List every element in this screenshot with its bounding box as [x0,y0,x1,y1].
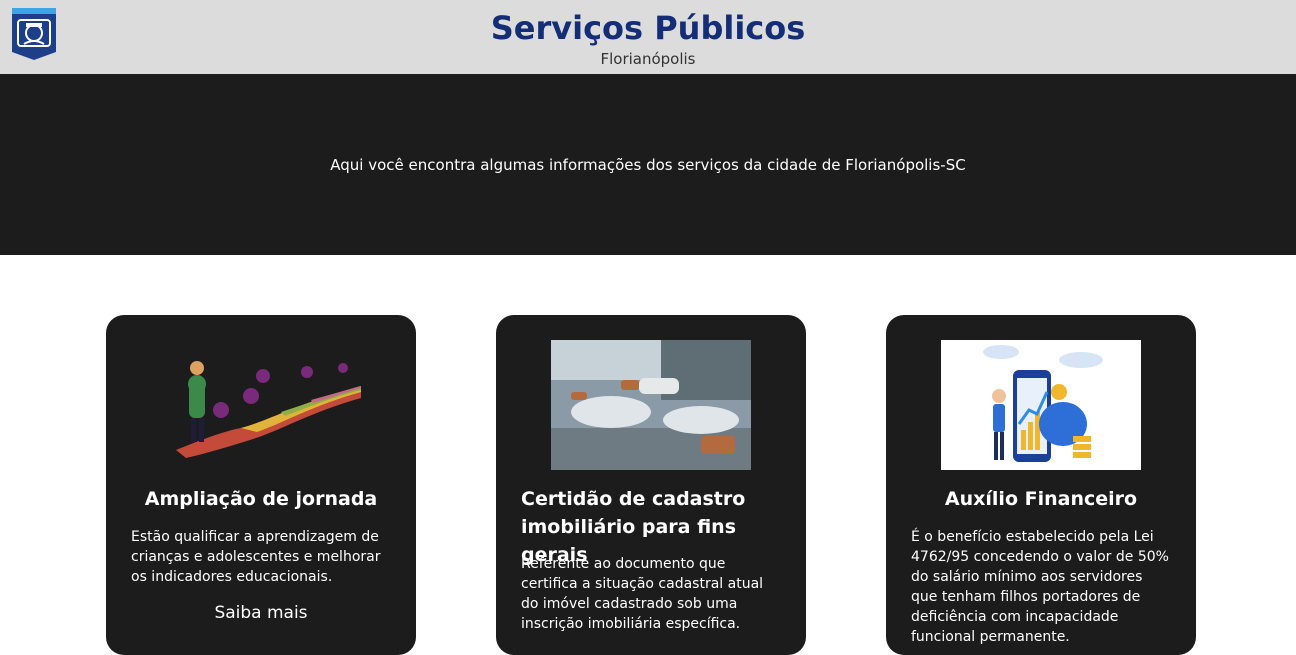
lounge-interior-photo [551,340,751,470]
page-title: Serviços Públicos [490,9,806,47]
card-description: É o benefício estabelecido pela Lei 4762… [911,529,1169,645]
page-subtitle: Florianópolis [600,50,696,68]
service-card-auxilio: Auxílio Financeiro É o benefício estabel… [886,315,1196,655]
hero-banner: Aqui você encontra algumas informações d… [0,74,1296,255]
card-description: Referente ao documento que certifica a s… [521,556,764,632]
saiba-mais-link[interactable]: Saiba mais [106,602,416,624]
service-card-ampliacao: Ampliação de jornada Estão qualificar a … [106,315,416,655]
card-title: Ampliação de jornada [144,488,378,510]
service-card-certidao: Certidão de cadastro imobiliário para fi… [496,315,806,655]
financial-growth-illustration [941,340,1141,470]
learning-path-illustration [161,340,361,470]
card-title: Auxílio Financeiro [944,488,1138,510]
card-description: Estão qualificar a aprendizagem de crian… [131,529,381,585]
hero-text: Aqui você encontra algumas informações d… [330,156,966,174]
site-header: Serviços Públicos Florianópolis [0,0,1296,74]
